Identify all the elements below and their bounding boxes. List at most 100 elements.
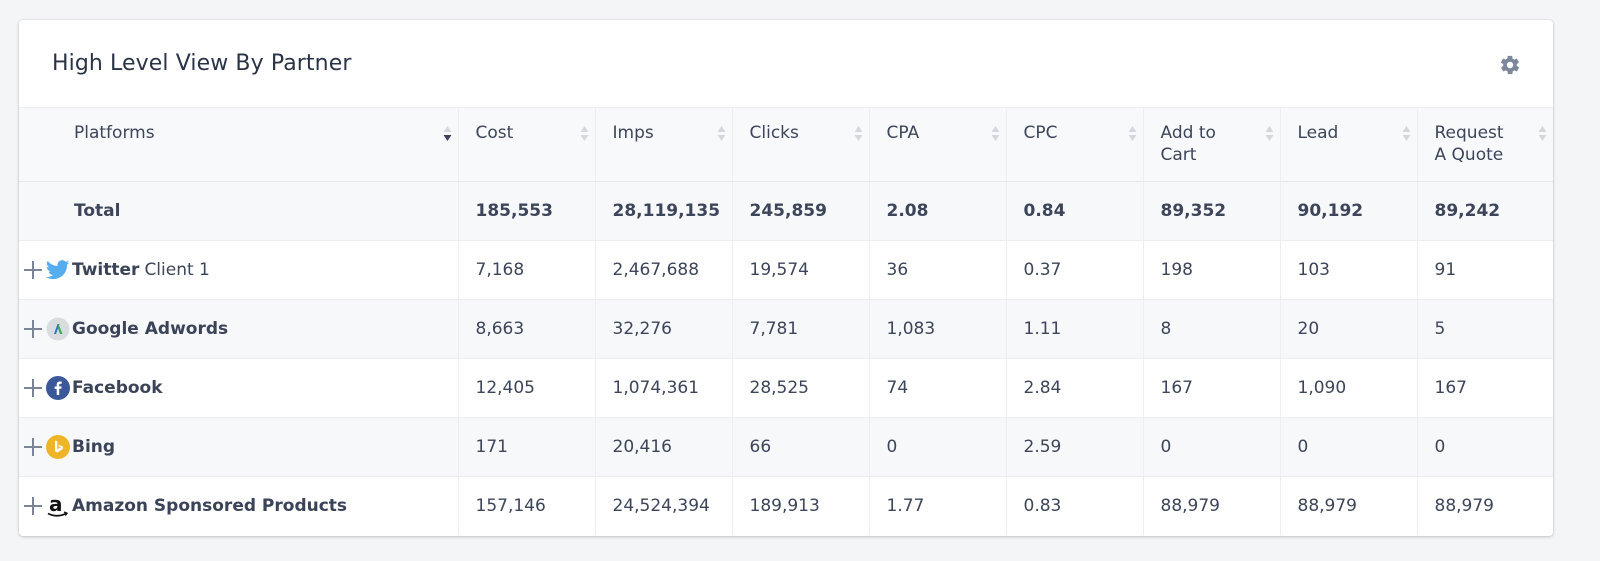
- expand-plus-icon[interactable]: [24, 260, 42, 279]
- table-header-row: Platforms Cost Imps Clicks CPA CPC Add to Cart…: [19, 108, 1553, 182]
- data-cell: 2.59: [1006, 417, 1144, 477]
- sort-icon[interactable]: [1265, 125, 1274, 143]
- column-header-request-a-quote[interactable]: Request A Quote: [1417, 108, 1553, 182]
- column-header-lead[interactable]: Lead: [1280, 108, 1418, 182]
- data-cell: 88,979: [1280, 476, 1418, 535]
- data-cell: 5: [1417, 299, 1553, 359]
- table-row: Google Adwords 8,663 32,276 7,781 1,083 1.11 8…: [19, 299, 1553, 359]
- data-cell: 171: [458, 417, 596, 477]
- total-label-cell: Total: [19, 181, 459, 241]
- bing-icon: [46, 434, 70, 459]
- sort-icon[interactable]: [854, 125, 863, 143]
- column-header-cost[interactable]: Cost: [458, 108, 596, 182]
- data-cell: 198: [1143, 240, 1281, 300]
- platform-cell: Twitter Client 1: [19, 240, 459, 300]
- platform-label: Facebook: [19, 375, 458, 400]
- data-cell: 36: [869, 240, 1007, 300]
- total-cell: 90,192: [1280, 181, 1418, 241]
- column-header-cpa[interactable]: CPA: [869, 108, 1007, 182]
- sort-icon[interactable]: [443, 125, 452, 143]
- column-header-imps[interactable]: Imps: [595, 108, 733, 182]
- total-cell: 89,352: [1143, 181, 1281, 241]
- data-cell: 28,525: [732, 358, 870, 418]
- column-header-cpc[interactable]: CPC: [1006, 108, 1144, 182]
- sort-up-arrow: [443, 126, 451, 132]
- sort-icon[interactable]: [1402, 125, 1411, 143]
- column-header-label: Clicks: [749, 123, 799, 143]
- expand-plus-icon[interactable]: [24, 319, 42, 338]
- partner-table: Platforms Cost Imps Clicks CPA CPC Add to Cart…: [19, 108, 1553, 535]
- total-cell: 185,553: [458, 181, 596, 241]
- google-adwords-icon: [46, 317, 70, 341]
- data-cell: 2,467,688: [595, 240, 733, 300]
- column-header-label: Platforms: [74, 123, 155, 143]
- data-cell: 0.37: [1006, 240, 1144, 300]
- column-header-label: Request A Quote: [1434, 123, 1504, 165]
- table-row: a Amazon Sponsored Products 157,146 24,524,…: [19, 476, 1553, 535]
- platform-cell: Bing: [19, 417, 459, 477]
- sort-up-arrow: [1265, 126, 1273, 132]
- data-cell: 0: [869, 417, 1007, 477]
- data-cell: 189,913: [732, 476, 870, 535]
- platform-label: Twitter Client 1: [19, 258, 458, 282]
- data-cell: 1,083: [869, 299, 1007, 359]
- platform-name: Twitter: [72, 259, 140, 280]
- data-cell: 167: [1143, 358, 1281, 418]
- sort-up-arrow: [1128, 126, 1136, 132]
- data-cell: 2.84: [1006, 358, 1144, 418]
- data-cell: 0: [1143, 417, 1281, 477]
- facebook-icon: [46, 375, 70, 400]
- data-cell: 0: [1280, 417, 1418, 477]
- table-row: Facebook 12,405 1,074,361 28,525 74 2.84 167 1,…: [19, 358, 1553, 418]
- platform-label: Google Adwords: [19, 317, 458, 341]
- platform-name: Google Adwords: [72, 318, 229, 339]
- data-cell: 7,168: [458, 240, 596, 300]
- column-header-label: CPA: [886, 123, 920, 143]
- total-cell: 2.08: [869, 181, 1007, 241]
- platform-label: a Amazon Sponsored Products: [19, 493, 458, 518]
- widget-title: High Level View By Partner: [52, 51, 352, 76]
- data-cell: 1.77: [869, 476, 1007, 535]
- column-header-add-to-cart[interactable]: Add to Cart: [1143, 108, 1281, 182]
- widget-header: High Level View By Partner: [19, 20, 1553, 108]
- expand-plus-icon[interactable]: [24, 496, 42, 515]
- platform-name: Facebook: [72, 377, 163, 398]
- data-cell: 88,979: [1143, 476, 1281, 535]
- gear-icon[interactable]: [1499, 54, 1521, 76]
- column-header-clicks[interactable]: Clicks: [732, 108, 870, 182]
- total-row: Total 185,553 28,119,135 245,859 2.08 0.84 89…: [19, 181, 1553, 241]
- expand-plus-icon[interactable]: [24, 378, 42, 397]
- sort-up-arrow: [991, 126, 999, 132]
- sort-down-arrow: [854, 135, 862, 141]
- data-cell: 12,405: [458, 358, 596, 418]
- total-cell: 0.84: [1006, 181, 1144, 241]
- data-cell: 19,574: [732, 240, 870, 300]
- total-cell: 28,119,135: [595, 181, 733, 241]
- data-cell: 88,979: [1434, 495, 1494, 516]
- data-cell: 32,276: [595, 299, 733, 359]
- sort-icon[interactable]: [1538, 125, 1547, 143]
- sort-icon[interactable]: [717, 125, 726, 143]
- expand-plus-icon[interactable]: [24, 437, 42, 456]
- total-cell: 89,242: [1417, 181, 1553, 241]
- data-cell: 24,524,394: [595, 476, 733, 535]
- sort-up-arrow: [580, 126, 588, 132]
- sort-icon[interactable]: [1128, 125, 1137, 143]
- data-cell: 1,074,361: [595, 358, 733, 418]
- data-cell: 66: [732, 417, 870, 477]
- sort-down-arrow: [1265, 135, 1273, 141]
- data-cell: 74: [869, 358, 1007, 418]
- sort-icon[interactable]: [580, 125, 589, 143]
- data-cell: 1,090: [1280, 358, 1418, 418]
- sort-icon[interactable]: [991, 125, 1000, 143]
- sort-down-arrow: [580, 135, 588, 141]
- data-cell: 20: [1280, 299, 1418, 359]
- sort-up-arrow: [854, 126, 862, 132]
- sort-down-arrow: [1128, 135, 1136, 141]
- data-cell: 167: [1417, 358, 1553, 418]
- column-header-label: CPC: [1023, 123, 1058, 143]
- sort-down-arrow: [443, 135, 451, 141]
- data-cell: 1.11: [1006, 299, 1144, 359]
- data-cell: 157,146: [458, 476, 596, 535]
- column-header-platforms[interactable]: Platforms: [19, 108, 459, 182]
